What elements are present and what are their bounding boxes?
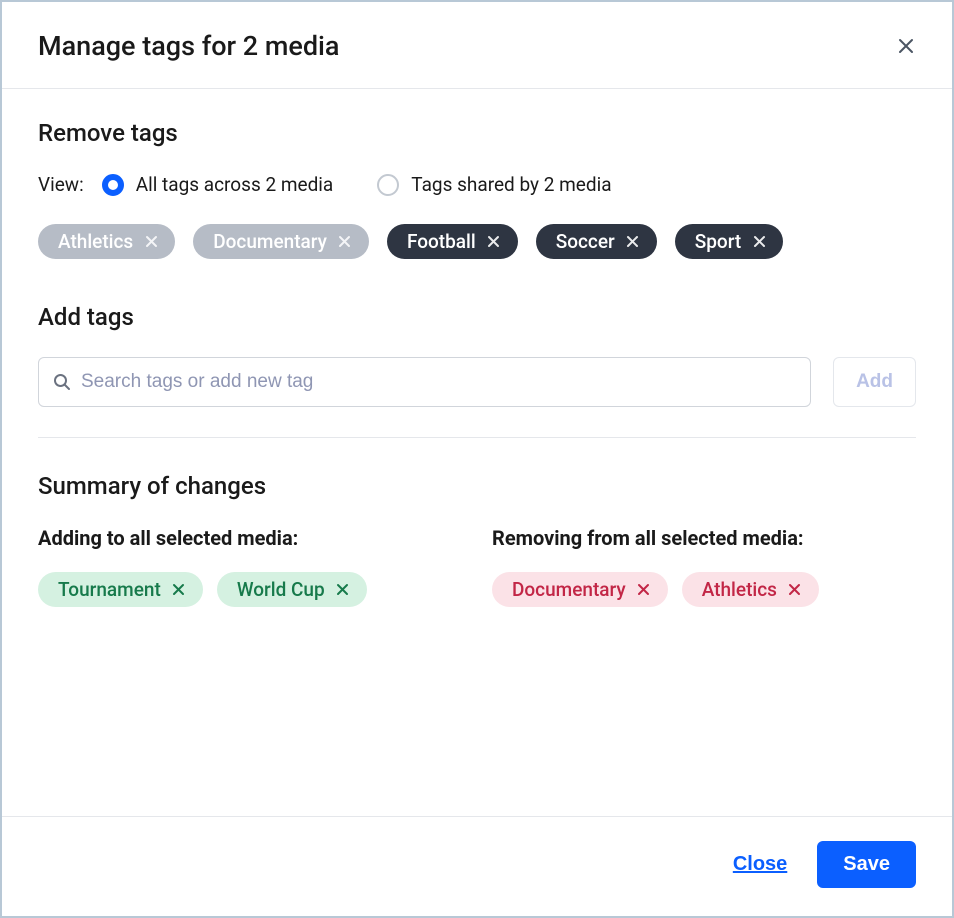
tag-chip[interactable]: Tournament <box>38 572 203 607</box>
tag-chip[interactable]: Football <box>387 224 518 259</box>
close-icon <box>897 37 915 55</box>
search-input-wrap[interactable] <box>38 357 811 407</box>
tag-chip[interactable]: World Cup <box>217 572 367 607</box>
tag-remove-icon[interactable] <box>335 582 351 598</box>
tag-remove-icon[interactable] <box>787 582 803 598</box>
remove-tags-list: Athletics Documentary Football <box>38 224 916 259</box>
tag-chip[interactable]: Documentary <box>193 224 369 259</box>
radio-all-tags-label: All tags across 2 media <box>136 173 334 196</box>
dialog-header: Manage tags for 2 media <box>2 2 952 89</box>
view-label: View: <box>38 173 84 196</box>
remove-tags-title: Remove tags <box>38 119 916 147</box>
radio-unselected-icon <box>377 174 399 196</box>
search-input[interactable] <box>81 371 796 393</box>
tag-label: Football <box>407 232 476 251</box>
tag-chip[interactable]: Documentary <box>492 572 668 607</box>
tag-remove-icon[interactable] <box>486 234 502 250</box>
search-icon <box>53 373 71 391</box>
tag-remove-icon[interactable] <box>337 234 353 250</box>
summary-removing-column: Removing from all selected media: Docume… <box>492 526 916 607</box>
tag-remove-icon[interactable] <box>171 582 187 598</box>
add-tags-section: Add tags Add <box>38 303 916 407</box>
tag-label: Documentary <box>512 580 626 599</box>
tag-label: Athletics <box>702 580 777 599</box>
tag-label: Tournament <box>58 580 161 599</box>
save-button[interactable]: Save <box>817 841 916 888</box>
summary-adding-title: Adding to all selected media: <box>38 526 462 550</box>
tag-remove-icon[interactable] <box>751 234 767 250</box>
tag-chip[interactable]: Athletics <box>682 572 819 607</box>
close-button[interactable]: Close <box>733 853 787 876</box>
tag-remove-icon[interactable] <box>636 582 652 598</box>
section-divider <box>38 437 916 438</box>
tag-remove-icon[interactable] <box>625 234 641 250</box>
add-tags-row: Add <box>38 357 916 407</box>
dialog-close-button[interactable] <box>896 36 916 56</box>
view-filter-row: View: All tags across 2 media Tags share… <box>38 173 916 196</box>
radio-all-tags[interactable]: All tags across 2 media <box>102 173 334 196</box>
summary-columns: Adding to all selected media: Tournament… <box>38 526 916 607</box>
tag-label: World Cup <box>237 580 325 599</box>
summary-adding-tags: Tournament World Cup <box>38 572 462 607</box>
tag-label: Soccer <box>556 232 615 251</box>
add-tags-title: Add tags <box>38 303 916 331</box>
remove-tags-section: Remove tags View: All tags across 2 medi… <box>38 119 916 259</box>
tag-chip[interactable]: Sport <box>675 224 783 259</box>
tag-chip[interactable]: Athletics <box>38 224 175 259</box>
summary-title: Summary of changes <box>38 472 916 500</box>
summary-section: Summary of changes Adding to all selecte… <box>38 472 916 607</box>
tag-label: Athletics <box>58 232 133 251</box>
tag-chip[interactable]: Soccer <box>536 224 657 259</box>
add-button[interactable]: Add <box>833 357 916 407</box>
tag-label: Sport <box>695 232 741 251</box>
tag-remove-icon[interactable] <box>143 234 159 250</box>
dialog-body: Remove tags View: All tags across 2 medi… <box>2 89 952 816</box>
manage-tags-dialog: Manage tags for 2 media Remove tags View… <box>0 0 954 918</box>
summary-removing-tags: Documentary Athletics <box>492 572 916 607</box>
radio-shared-tags[interactable]: Tags shared by 2 media <box>377 173 611 196</box>
dialog-title: Manage tags for 2 media <box>38 30 339 62</box>
tag-label: Documentary <box>213 232 327 251</box>
summary-removing-title: Removing from all selected media: <box>492 526 916 550</box>
radio-shared-tags-label: Tags shared by 2 media <box>411 173 611 196</box>
summary-adding-column: Adding to all selected media: Tournament… <box>38 526 462 607</box>
radio-selected-icon <box>102 174 124 196</box>
dialog-footer: Close Save <box>2 816 952 916</box>
